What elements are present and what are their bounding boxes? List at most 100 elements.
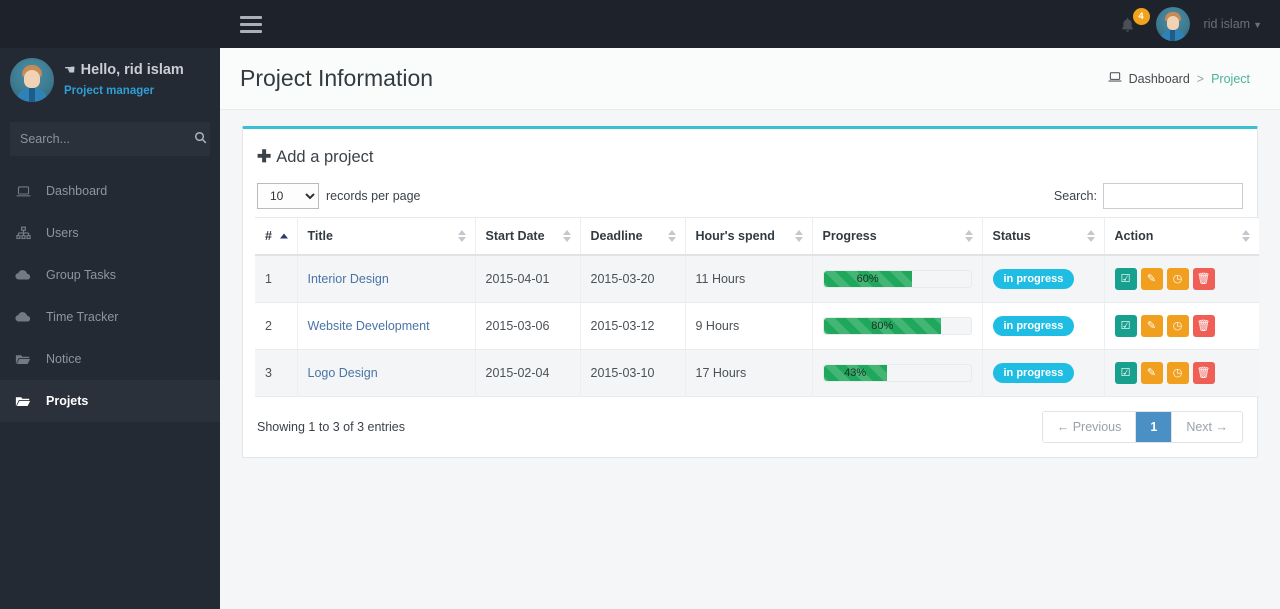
column-header-title[interactable]: Title: [296, 217, 475, 256]
breadcrumb-separator: >: [1196, 71, 1205, 86]
column-label: Status: [992, 229, 1031, 243]
edit-button[interactable]: ✎: [1140, 315, 1163, 337]
user-menu[interactable]: rid islam ▼: [1204, 15, 1262, 33]
add-project-button[interactable]: ✚ Add a project: [257, 147, 373, 167]
cell-deadline: 2015-03-12: [579, 302, 685, 350]
sidebar-nav: Dashboard Users Group Tasks Time Tracker…: [0, 170, 220, 422]
column-label: Start Date: [485, 229, 545, 243]
cell-start-date: 2015-03-06: [474, 302, 580, 350]
column-label: Deadline: [590, 229, 643, 243]
check-square-icon: ☑: [1120, 366, 1131, 379]
hamburger-menu-icon[interactable]: [240, 15, 262, 33]
bell-icon: [1120, 17, 1135, 37]
laptop-icon: [1108, 71, 1122, 86]
sidebar-item-label: Users: [46, 226, 79, 240]
sidebar-item-group-tasks[interactable]: Group Tasks: [0, 254, 220, 296]
project-title-link[interactable]: Website Development: [308, 319, 430, 333]
time-button[interactable]: ◷: [1166, 362, 1189, 384]
records-per-page-select[interactable]: 102550100: [257, 183, 319, 209]
table-body: 1 Interior Design 2015-04-01 2015-03-20 …: [255, 255, 1259, 397]
row-actions: ☑ ✎ ◷ 🗑: [1114, 268, 1250, 290]
sidebar-item-time-tracker[interactable]: Time Tracker: [0, 296, 220, 338]
sort-icon: [964, 230, 973, 242]
sidebar-search: [10, 122, 210, 156]
notifications-button[interactable]: 4: [1120, 8, 1150, 37]
table-row: 1 Interior Design 2015-04-01 2015-03-20 …: [255, 255, 1259, 303]
column-header-status[interactable]: Status: [981, 217, 1104, 256]
column-header-progress[interactable]: Progress: [811, 217, 982, 256]
column-label: Hour's spend: [695, 229, 775, 243]
column-header-num[interactable]: #: [255, 217, 297, 256]
table-controls: 102550100 records per page Search:: [255, 183, 1245, 209]
project-title-link[interactable]: Interior Design: [308, 272, 389, 286]
sort-icon: [794, 230, 803, 242]
topbar: 4 rid islam ▼: [220, 0, 1280, 48]
cell-deadline: 2015-03-10: [579, 349, 685, 397]
greeting-text: Hello, rid islam: [80, 62, 184, 79]
clock-icon: ◷: [1172, 366, 1183, 379]
sort-icon: [1242, 230, 1250, 242]
search-input[interactable]: [10, 122, 191, 156]
sidebar-item-label: Time Tracker: [46, 310, 119, 324]
column-label: #: [265, 229, 272, 243]
sidebar-item-notice[interactable]: Notice: [0, 338, 220, 380]
progress-label: 43%: [844, 367, 867, 379]
cell-start-date: 2015-02-04: [474, 349, 580, 397]
sidebar-item-projets[interactable]: Projets: [0, 380, 220, 422]
next-page-button[interactable]: Next →: [1172, 412, 1242, 442]
view-button[interactable]: ☑: [1114, 362, 1137, 384]
pencil-square-icon: ✎: [1146, 272, 1157, 285]
search-button[interactable]: [191, 122, 210, 156]
column-header-action[interactable]: Action: [1103, 217, 1259, 256]
status-badge: in progress: [992, 269, 1075, 289]
previous-page-button[interactable]: ← Previous: [1042, 412, 1137, 442]
delete-button[interactable]: 🗑: [1192, 362, 1215, 384]
plus-icon: ✚: [257, 147, 272, 166]
progress-fill: 43%: [823, 365, 887, 381]
progress-bar: 80%: [822, 317, 972, 335]
progress-label: 60%: [856, 273, 879, 285]
folder-open-icon: [14, 395, 32, 408]
avatar[interactable]: [1155, 7, 1190, 41]
breadcrumb-dashboard[interactable]: Dashboard: [1129, 72, 1190, 86]
project-title-link[interactable]: Logo Design: [308, 366, 378, 380]
status-badge: in progress: [992, 316, 1075, 336]
time-button[interactable]: ◷: [1166, 268, 1189, 290]
pencil-square-icon: ✎: [1146, 319, 1157, 332]
sidebar-item-dashboard[interactable]: Dashboard: [0, 170, 220, 212]
cell-title: Interior Design: [296, 255, 475, 303]
delete-button[interactable]: 🗑: [1192, 268, 1215, 290]
breadcrumb: Dashboard > Project: [1108, 71, 1250, 86]
pagination: ← Previous 1 Next →: [1041, 411, 1243, 443]
sidebar-empty-space: [0, 424, 220, 609]
column-label: Action: [1114, 229, 1154, 243]
view-button[interactable]: ☑: [1114, 268, 1137, 290]
column-header-hours-spend[interactable]: Hour's spend: [684, 217, 812, 256]
search-icon: [194, 131, 207, 147]
clock-icon: ◷: [1172, 272, 1183, 285]
page-1-button[interactable]: 1: [1136, 412, 1173, 442]
cell-num: 3: [255, 349, 297, 397]
column-header-start-date[interactable]: Start Date: [474, 217, 580, 256]
table-footer: Showing 1 to 3 of 3 entries ← Previous 1…: [255, 411, 1245, 443]
chevron-down-icon: ▼: [1253, 20, 1262, 30]
view-button[interactable]: ☑: [1114, 315, 1137, 337]
breadcrumb-project[interactable]: Project: [1211, 72, 1250, 86]
records-per-page-control: 102550100 records per page: [257, 183, 421, 209]
clock-icon: ◷: [1172, 319, 1183, 332]
edit-button[interactable]: ✎: [1140, 268, 1163, 290]
sidebar-item-users[interactable]: Users: [0, 212, 220, 254]
column-header-deadline[interactable]: Deadline: [579, 217, 685, 256]
delete-button[interactable]: 🗑: [1192, 315, 1215, 337]
sort-icon: [667, 230, 676, 242]
time-button[interactable]: ◷: [1166, 315, 1189, 337]
check-square-icon: ☑: [1120, 319, 1131, 332]
pencil-square-icon: ✎: [1146, 366, 1157, 379]
sort-icon: [562, 230, 571, 242]
projects-table: # Title Start Date Deadline Hour's spend…: [255, 217, 1259, 397]
notification-badge: 4: [1132, 8, 1150, 25]
table-search-label: Search:: [1053, 189, 1097, 203]
table-search-input[interactable]: [1103, 183, 1243, 209]
edit-button[interactable]: ✎: [1140, 362, 1163, 384]
cell-progress: 60%: [811, 255, 982, 303]
